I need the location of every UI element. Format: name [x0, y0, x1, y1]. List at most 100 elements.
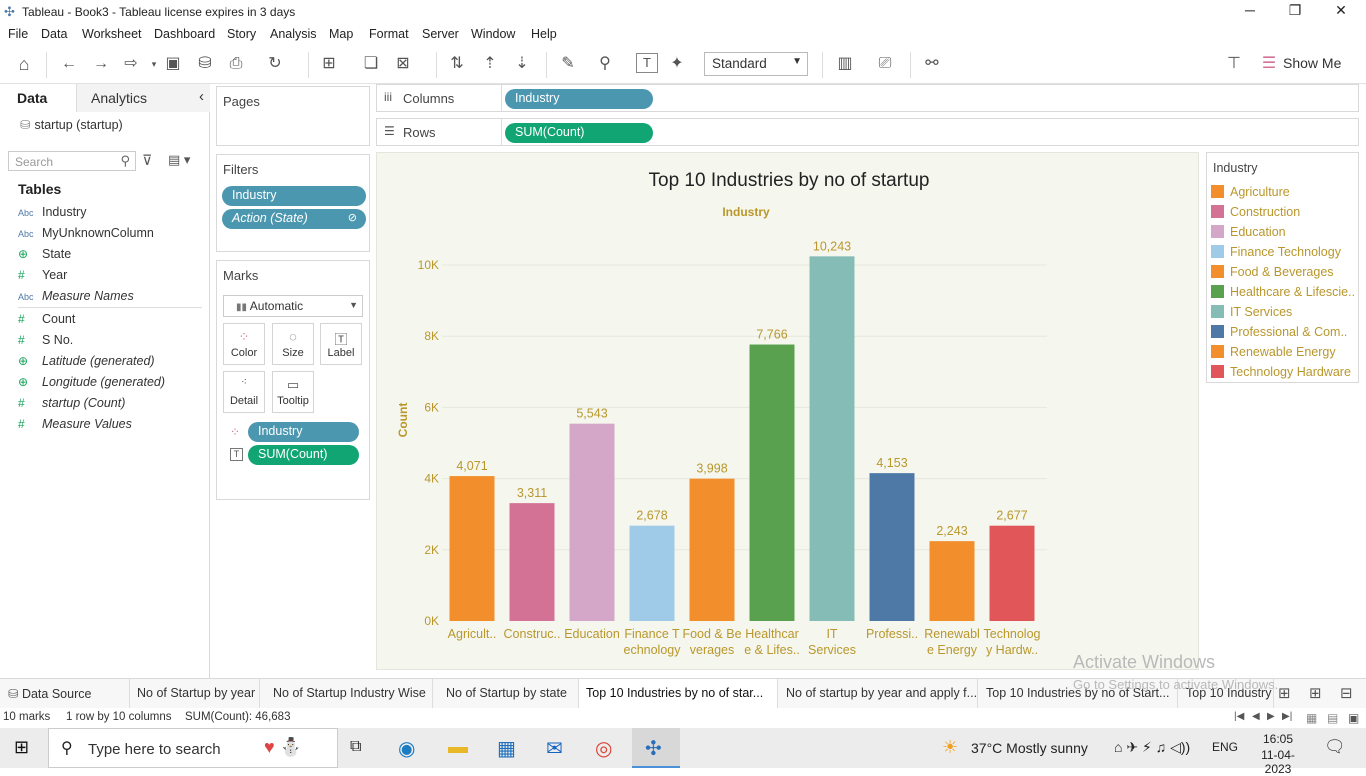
label-button[interactable]: 🅃 Label [320, 323, 362, 365]
new-dashboard-icon[interactable]: ⊞ [1309, 684, 1322, 702]
highlight-icon[interactable]: ✎ [557, 54, 579, 74]
menu-dashboard[interactable]: Dashboard [154, 27, 215, 41]
save-icon[interactable]: ▣ [162, 54, 184, 74]
pages-card[interactable]: Pages [216, 86, 370, 146]
legend-item[interactable]: Renewable Energy [1211, 345, 1361, 363]
file-explorer-icon[interactable]: ▬ [448, 736, 468, 759]
menu-data[interactable]: Data [41, 27, 67, 41]
legend-item[interactable]: Education [1211, 225, 1361, 243]
bar-9[interactable] [929, 541, 975, 621]
legend-item[interactable]: Agriculture [1211, 185, 1361, 203]
taskbar-search-input[interactable]: ⚲ Type here to search ♥ ⛄ [48, 728, 338, 768]
bar-1[interactable] [449, 476, 495, 621]
fit-select[interactable]: Standard ▼ [704, 52, 808, 76]
menu-story[interactable]: Story [227, 27, 256, 41]
pause-updates-icon[interactable]: ⎙ [225, 54, 247, 74]
clear-sheet-icon[interactable]: ⊠ [392, 54, 414, 74]
bar-7[interactable] [809, 256, 855, 621]
clock-date[interactable]: 11-04-2023 [1251, 748, 1305, 776]
bar-3[interactable] [569, 423, 615, 621]
legend-item[interactable]: Construction [1211, 205, 1361, 223]
show-me-button[interactable]: Show Me [1283, 55, 1341, 71]
field-industry[interactable]: Abc Industry [18, 205, 203, 223]
nav-last-icon[interactable]: ▶| [1282, 711, 1292, 722]
bar-4[interactable] [629, 525, 675, 621]
rows-shelf[interactable]: ☰ Rows SUM(Count) [376, 118, 1359, 146]
search-input[interactable]: Search ⚲ [8, 151, 136, 171]
filmstrip-icon[interactable]: ▤ [1327, 711, 1338, 725]
field-count[interactable]: # Count [18, 312, 203, 330]
bar-5[interactable] [689, 478, 735, 621]
menu-help[interactable]: Help [531, 27, 557, 41]
legend-item[interactable]: Finance Technology [1211, 245, 1361, 263]
field-s-no[interactable]: # S No. [18, 333, 203, 351]
replay-icon[interactable]: ⇨ [120, 54, 142, 74]
menu-worksheet[interactable]: Worksheet [82, 27, 142, 41]
legend-item[interactable]: Professional & Com.. [1211, 325, 1361, 343]
chart-view[interactable]: Top 10 Industries by no of startup Indus… [376, 152, 1199, 670]
task-view-icon[interactable]: ⧉ [350, 738, 361, 756]
tab-data-source[interactable]: ⛁ Data Source [0, 679, 130, 708]
tab-sheet[interactable]: No of Startup by state [433, 679, 579, 708]
bar-chart[interactable]: Top 10 Industries by no of startup Indus… [377, 153, 1200, 671]
minimize-icon[interactable]: ─ [1227, 2, 1273, 18]
format-painter-icon[interactable]: ⊤ [1223, 54, 1245, 74]
language-indicator[interactable]: ENG [1212, 740, 1238, 754]
sheet-sorter-icon[interactable]: ▦ [1306, 711, 1317, 725]
tableau-taskbar-button[interactable]: ✣ [632, 728, 680, 768]
nav-first-icon[interactable]: |◀ [1234, 711, 1244, 722]
swap-icon[interactable]: ⇅ [446, 54, 468, 74]
tab-sheet[interactable]: No of Startup by year [130, 679, 260, 708]
group-icon[interactable]: ⚲ [594, 54, 616, 74]
show-labels-icon[interactable]: T [636, 53, 658, 73]
pin-icon[interactable]: ✦ [666, 54, 688, 74]
share-icon[interactable]: ⚯ [921, 54, 943, 74]
bar-6[interactable] [749, 344, 795, 621]
bar-2[interactable] [509, 503, 555, 621]
columns-shelf[interactable]: iii Columns Industry [376, 84, 1359, 112]
data-source-item[interactable]: ⛁ startup (startup) [20, 117, 123, 132]
refresh-icon[interactable]: ↻ [264, 54, 286, 74]
show-cards-icon[interactable]: ▥ [834, 54, 856, 74]
chrome-icon[interactable]: ◎ [595, 736, 612, 761]
nav-prev-icon[interactable]: ◀ [1252, 711, 1260, 722]
tabs-view-icon[interactable]: ▣ [1348, 711, 1359, 725]
duplicate-icon[interactable]: ❏ [360, 54, 382, 74]
legend-item[interactable]: Technology Hardware [1211, 365, 1361, 383]
notification-icon[interactable]: 🗨 [1324, 737, 1346, 757]
menu-map[interactable]: Map [329, 27, 353, 41]
size-button[interactable]: ◌ Size [272, 323, 314, 365]
bar-10[interactable] [989, 525, 1035, 621]
sort-ascending-icon[interactable]: ⇡ [479, 54, 501, 74]
filter-icon[interactable]: ⊽ [142, 152, 152, 169]
close-icon[interactable]: ✕ [1318, 2, 1364, 19]
field-latitude[interactable]: ⊕ Latitude (generated) [18, 354, 203, 372]
menu-server[interactable]: Server [422, 27, 459, 41]
new-worksheet-icon[interactable]: ⊞ [318, 54, 340, 74]
system-tray-icons[interactable]: ⌂ ✈ ⚡ ♫ ◁)) [1114, 739, 1190, 756]
collapse-icon[interactable]: ‹ [199, 88, 204, 105]
field-measure-values[interactable]: # Measure Values [18, 417, 203, 435]
mark-type-select[interactable]: ▮▮ Automatic ▼ [223, 295, 363, 317]
tooltip-button[interactable]: ▭ Tooltip [272, 371, 314, 413]
store-icon[interactable]: ▦ [497, 736, 516, 761]
field-longitude[interactable]: ⊕ Longitude (generated) [18, 375, 203, 393]
filter-pill-action-state[interactable]: Action (State) ⊘ [222, 209, 366, 229]
bar-8[interactable] [869, 473, 915, 621]
tab-sheet-active[interactable]: Top 10 Industries by no of star... [579, 679, 778, 708]
restore-icon[interactable]: ❐ [1272, 2, 1318, 19]
view-options-icon[interactable]: ▤ ▾ [168, 152, 190, 168]
filter-pill-industry[interactable]: Industry [222, 186, 366, 206]
sort-descending-icon[interactable]: ⇣ [511, 54, 533, 74]
field-measure-names[interactable]: Abc Measure Names [18, 289, 203, 307]
tab-sheet[interactable]: No of Startup Industry Wise [260, 679, 433, 708]
field-year[interactable]: # Year [18, 268, 203, 286]
columns-pill-industry[interactable]: Industry [505, 89, 653, 109]
legend-item[interactable]: Food & Beverages [1211, 265, 1361, 283]
clock-time[interactable]: 16:05 [1251, 732, 1305, 746]
rows-pill-sum-count[interactable]: SUM(Count) [505, 123, 653, 143]
legend-item[interactable]: Healthcare & Lifescie.. [1211, 285, 1361, 303]
presentation-icon[interactable]: ⎚ [874, 54, 896, 74]
edge-icon[interactable]: ◉ [398, 736, 415, 761]
show-me-icon[interactable]: ☰ [1258, 54, 1280, 74]
